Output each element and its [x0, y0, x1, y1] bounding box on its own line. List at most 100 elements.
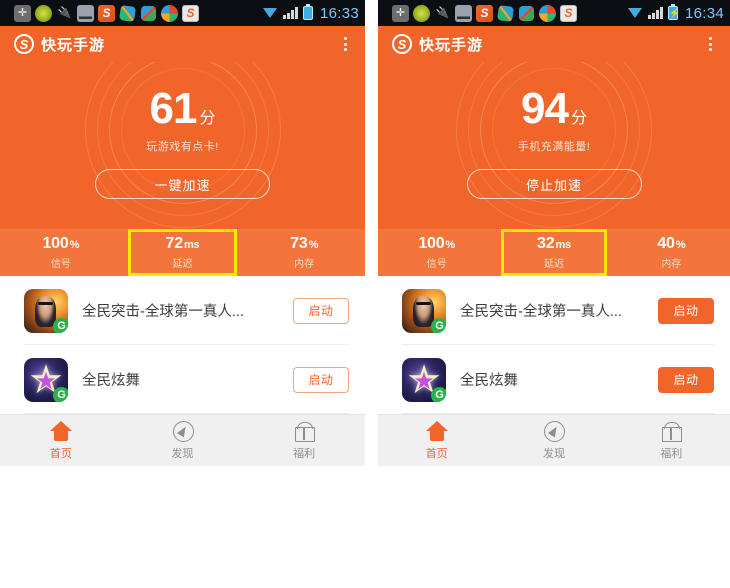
stat-memory-value: 73 — [290, 235, 308, 252]
usb-icon — [434, 4, 451, 22]
list-item[interactable]: 全民突击-全球第一真人... 启动 — [0, 276, 365, 345]
score-unit: 分 — [570, 110, 587, 127]
gift-icon — [293, 421, 316, 442]
tab-home-label: 首页 — [49, 447, 72, 460]
stat-latency[interactable]: 32ms 延迟 — [495, 229, 612, 276]
game-icon-shooter — [24, 288, 68, 333]
game-icon-dance — [402, 357, 446, 402]
picture-icon — [77, 4, 94, 22]
colorball-icon — [161, 4, 178, 22]
wifi-icon — [263, 7, 278, 20]
sogou-icon — [476, 4, 493, 22]
game-list: 全民突击-全球第一真人... 启动 全民炫舞 启动 — [0, 276, 365, 414]
compass-icon — [543, 420, 565, 442]
dual-screenshot-stage: 16:33 快玩手游 61 分 玩游戏有点卡! 一键加速 100% — [0, 0, 730, 588]
stat-signal-value: 100 — [418, 235, 445, 252]
battery-icon — [302, 4, 313, 20]
stat-memory-label: 内存 — [661, 259, 682, 270]
colorball-icon — [539, 4, 556, 22]
tab-home[interactable]: 首页 — [378, 421, 495, 461]
tab-home[interactable]: 首页 — [0, 421, 122, 461]
list-item[interactable]: 全民炫舞 启动 — [0, 345, 365, 414]
status-bar-system-icons: 16:33 — [263, 4, 359, 22]
stat-signal[interactable]: 100% 信号 — [378, 231, 495, 274]
picture-icon — [455, 4, 472, 22]
swirl-green-icon — [119, 4, 136, 22]
stats-strip: 100% 信号 32ms 延迟 40% 内存 — [378, 229, 730, 276]
score-subtitle: 手机充满能量! — [517, 141, 591, 153]
score-display: 94 分 手机充满能量! — [518, 87, 591, 154]
status-bar-clock: 16:34 — [684, 4, 724, 22]
sogou-icon — [98, 4, 115, 22]
stat-signal-unit: % — [445, 239, 456, 251]
game-icon-shooter — [402, 288, 446, 333]
stat-signal-unit: % — [69, 239, 80, 251]
launch-button[interactable]: 启动 — [293, 366, 349, 393]
game-name: 全民炫舞 — [460, 373, 518, 389]
status-bar-notification-icons — [14, 4, 263, 22]
stat-signal[interactable]: 100% 信号 — [0, 231, 122, 274]
boost-button[interactable]: 停止加速 — [466, 169, 642, 199]
stat-latency[interactable]: 72ms 延迟 — [122, 229, 244, 276]
phone-screen-before: 16:33 快玩手游 61 分 玩游戏有点卡! 一键加速 100% — [0, 0, 365, 588]
boost-button[interactable]: 一键加速 — [95, 169, 270, 199]
qq-badge-icon — [53, 317, 68, 333]
tab-discover[interactable]: 发现 — [122, 420, 244, 461]
tab-welfare-label: 福利 — [660, 447, 683, 460]
stat-latency-value: 72 — [165, 235, 184, 252]
stat-memory[interactable]: 40% 内存 — [613, 231, 730, 274]
status-bar-clock: 16:33 — [319, 4, 359, 22]
app-header: 快玩手游 — [378, 26, 730, 62]
plus-icon — [14, 4, 31, 22]
swirl-red-icon — [518, 4, 535, 22]
swirl-logo-icon — [392, 34, 412, 54]
gift-icon — [660, 421, 683, 442]
stat-memory[interactable]: 73% 内存 — [243, 231, 365, 274]
launch-button[interactable]: 启动 — [658, 297, 714, 324]
stat-latency-value: 32 — [537, 235, 555, 252]
score-display: 61 分 玩游戏有点卡! — [146, 87, 219, 154]
qq-badge-icon — [431, 317, 446, 333]
status-bar-notification-icons — [392, 4, 628, 22]
tab-discover[interactable]: 发现 — [495, 420, 612, 461]
stat-memory-value: 40 — [657, 235, 675, 252]
score-value: 94 — [521, 84, 569, 133]
status-bar: 16:33 — [0, 0, 365, 26]
overflow-menu-icon[interactable] — [705, 33, 716, 55]
compass-icon — [172, 420, 194, 442]
qq-badge-icon — [431, 386, 446, 402]
score-subtitle: 玩游戏有点卡! — [146, 141, 219, 153]
tab-welfare[interactable]: 福利 — [613, 421, 730, 461]
app-title: 快玩手游 — [41, 36, 106, 54]
score-unit: 分 — [199, 110, 216, 127]
stat-memory-unit: % — [675, 239, 686, 251]
green-dot-icon — [413, 4, 430, 22]
home-icon — [426, 421, 448, 442]
app-title: 快玩手游 — [419, 36, 484, 54]
tab-home-label: 首页 — [425, 447, 448, 460]
launch-button[interactable]: 启动 — [658, 366, 714, 393]
status-bar-system-icons: 16:34 — [628, 4, 724, 22]
overflow-menu-icon[interactable] — [340, 33, 351, 55]
swirl-logo-icon — [14, 34, 34, 54]
tab-welfare[interactable]: 福利 — [243, 421, 365, 461]
game-list: 全民突击-全球第一真人... 启动 全民炫舞 启动 — [378, 276, 730, 414]
swirl-green-icon — [497, 4, 514, 22]
stats-strip: 100% 信号 72ms 延迟 73% 内存 — [0, 229, 365, 276]
wifi-icon — [628, 7, 643, 20]
list-item[interactable]: 全民炫舞 启动 — [378, 345, 730, 414]
app-header: 快玩手游 — [0, 26, 365, 62]
stat-memory-label: 内存 — [294, 259, 315, 270]
score-value: 61 — [149, 84, 198, 133]
stat-signal-value: 100 — [42, 235, 69, 252]
bottom-tab-bar: 首页 发现 福利 — [0, 414, 365, 466]
stat-signal-label: 信号 — [426, 259, 447, 270]
launch-button[interactable]: 启动 — [293, 297, 349, 324]
list-item[interactable]: 全民突击-全球第一真人... 启动 — [378, 276, 730, 345]
signal-icon — [283, 7, 298, 19]
stat-memory-unit: % — [308, 239, 319, 251]
stat-latency-unit: ms — [183, 239, 200, 251]
status-bar: 16:34 — [378, 0, 730, 26]
stat-latency-label: 延迟 — [543, 259, 564, 270]
usb-icon — [56, 4, 73, 22]
